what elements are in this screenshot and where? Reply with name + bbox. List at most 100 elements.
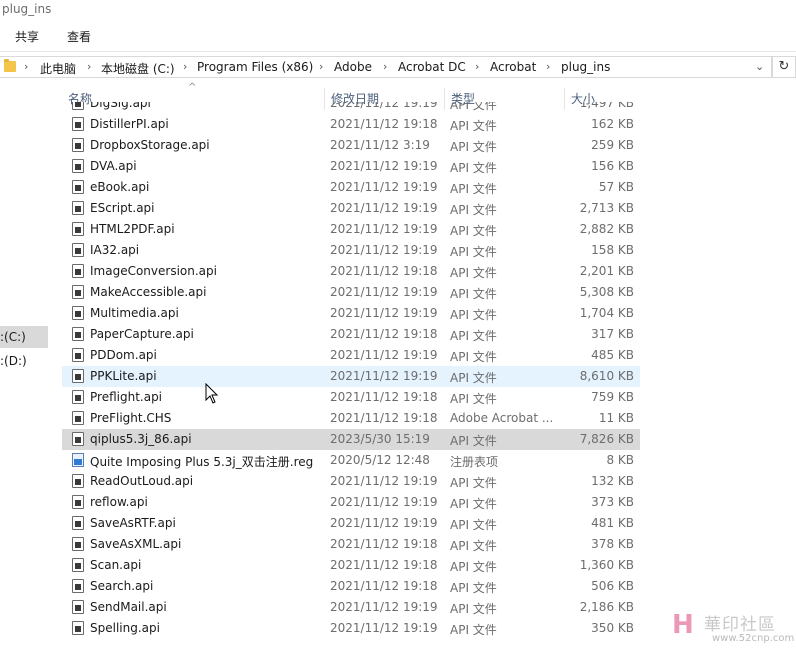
file-row[interactable]: Multimedia.api 2021/11/12 19:19 API 文件 1,70… — [62, 303, 640, 324]
address-bar[interactable]: › 此电脑 › 本地磁盘 (C:) › Program Files (x86) … — [0, 56, 772, 78]
refresh-button[interactable]: ↻ — [772, 56, 796, 78]
file-row[interactable]: ImageConversion.api 2021/11/12 19:18 API 文… — [62, 261, 640, 282]
breadcrumb-separator-icon[interactable]: › — [87, 60, 91, 73]
file-type: API 文件 — [450, 266, 497, 280]
file-row[interactable]: eBook.api 2021/11/12 19:19 API 文件 57 KB — [62, 177, 640, 198]
file-row[interactable]: DistillerPI.api 2021/11/12 19:18 API 文件 162… — [62, 114, 640, 135]
file-modified-date: 2021/11/12 19:18 — [330, 558, 438, 572]
chevron-down-icon[interactable]: ⌄ — [755, 60, 764, 73]
api-file-icon — [72, 495, 84, 509]
tab-share[interactable]: 共享 — [15, 28, 39, 45]
file-name: DistillerPI.api — [90, 117, 169, 131]
api-file-icon — [72, 558, 84, 572]
file-name: IA32.api — [90, 243, 140, 257]
file-modified-date: 2021/11/12 19:18 — [330, 327, 438, 341]
api-file-icon — [72, 474, 84, 488]
file-type: API 文件 — [450, 119, 497, 133]
api-file-icon — [72, 138, 84, 152]
file-row[interactable]: SendMail.api 2021/11/12 19:19 API 文件 2,186 … — [62, 597, 640, 618]
breadcrumb-separator-icon[interactable]: › — [383, 60, 387, 73]
file-size: 11 KB — [598, 411, 634, 425]
file-row[interactable]: DropboxStorage.api 2021/11/12 3:19 API 文件 2… — [62, 135, 640, 156]
breadcrumb-adobe[interactable]: Adobe — [334, 60, 372, 74]
breadcrumb-plug-ins[interactable]: plug_ins — [561, 60, 610, 74]
breadcrumb-local-disk-c[interactable]: 本地磁盘 (C:) — [101, 60, 175, 77]
breadcrumb-separator-icon[interactable]: › — [319, 60, 323, 73]
breadcrumb-acrobat[interactable]: Acrobat — [490, 60, 536, 74]
folder-icon — [4, 59, 16, 72]
api-file-icon — [72, 102, 84, 110]
nav-item-drive-c[interactable]: :(C:) — [0, 326, 48, 348]
file-modified-date: 2021/11/12 19:18 — [330, 411, 438, 425]
file-row[interactable]: SaveAsRTF.api 2021/11/12 19:19 API 文件 481 K… — [62, 513, 640, 534]
file-row[interactable]: HTML2PDF.api 2021/11/12 19:19 API 文件 2,882 … — [62, 219, 640, 240]
file-modified-date: 2021/11/12 19:19 — [330, 180, 438, 194]
file-row[interactable]: SaveAsXML.api 2021/11/12 19:18 API 文件 378 K… — [62, 534, 640, 555]
file-modified-date: 2021/11/12 19:19 — [330, 306, 438, 320]
file-row[interactable]: DigSig.api 2021/11/12 19:19 API 文件 1,497 KB — [62, 102, 640, 114]
mouse-cursor-icon — [205, 383, 219, 404]
file-row[interactable]: PPKLite.api 2021/11/12 19:19 API 文件 8,610 K… — [62, 366, 640, 387]
file-row[interactable]: PreFlight.CHS 2021/11/12 19:18 Adobe Acrob… — [62, 408, 640, 429]
api-file-icon — [72, 201, 84, 215]
file-size: 2,201 KB — [579, 264, 634, 278]
file-type: API 文件 — [450, 245, 497, 259]
file-row[interactable]: PaperCapture.api 2021/11/12 19:18 API 文件 31… — [62, 324, 640, 345]
file-name: DVA.api — [90, 159, 137, 173]
file-row[interactable]: Spelling.api 2021/11/12 19:19 API 文件 350 KB — [62, 618, 640, 639]
breadcrumb-this-pc[interactable]: 此电脑 — [40, 60, 76, 77]
file-name: Scan.api — [90, 558, 142, 572]
file-modified-date: 2021/11/12 19:18 — [330, 579, 438, 593]
api-file-icon — [72, 327, 84, 341]
breadcrumb-program-files-x86[interactable]: Program Files (x86) — [197, 60, 313, 74]
file-modified-date: 2020/5/12 12:48 — [330, 453, 430, 467]
tab-view[interactable]: 查看 — [67, 28, 91, 45]
file-type: 注册表项 — [450, 455, 499, 469]
file-size: 156 KB — [591, 159, 634, 173]
file-list: DigSig.api 2021/11/12 19:19 API 文件 1,497 KB… — [62, 102, 642, 649]
file-row[interactable]: Quite Imposing Plus 5.3j_双击注册.reg 2020/5/… — [62, 450, 640, 471]
file-name: Spelling.api — [90, 621, 160, 635]
breadcrumb-separator-icon[interactable]: › — [546, 60, 550, 73]
api-file-icon — [72, 348, 84, 362]
breadcrumb-separator-icon[interactable]: › — [183, 60, 187, 73]
breadcrumb-separator-icon[interactable]: › — [475, 60, 479, 73]
file-modified-date: 2023/5/30 15:19 — [330, 432, 430, 446]
api-file-icon — [72, 621, 84, 635]
file-modified-date: 2021/11/12 3:19 — [330, 138, 430, 152]
api-file-icon — [72, 432, 84, 446]
file-modified-date: 2021/11/12 19:19 — [330, 369, 438, 383]
breadcrumb-acrobat-dc[interactable]: Acrobat DC — [398, 60, 466, 74]
file-row[interactable]: Search.api 2021/11/12 19:18 API 文件 506 KB — [62, 576, 640, 597]
file-modified-date: 2021/11/12 19:19 — [330, 243, 438, 257]
file-name: qiplus5.3j_86.api — [90, 432, 192, 446]
breadcrumb-separator-icon[interactable]: › — [24, 60, 28, 73]
file-row[interactable]: Scan.api 2021/11/12 19:18 API 文件 1,360 KB — [62, 555, 640, 576]
file-type: API 文件 — [450, 518, 497, 532]
file-size: 506 KB — [591, 579, 634, 593]
file-row[interactable]: EScript.api 2021/11/12 19:19 API 文件 2,713 K… — [62, 198, 640, 219]
file-size: 158 KB — [591, 243, 634, 257]
file-type: Adobe Acrobat ... — [450, 411, 554, 425]
file-size: 8 KB — [606, 453, 634, 467]
file-row[interactable]: reflow.api 2021/11/12 19:19 API 文件 373 KB — [62, 492, 640, 513]
file-row[interactable]: Preflight.api 2021/11/12 19:18 API 文件 759 K… — [62, 387, 640, 408]
file-row[interactable]: DVA.api 2021/11/12 19:19 API 文件 156 KB — [62, 156, 640, 177]
file-size: 317 KB — [591, 327, 634, 341]
file-modified-date: 2021/11/12 19:19 — [330, 159, 438, 173]
file-modified-date: 2021/11/12 19:18 — [330, 537, 438, 551]
registry-file-icon — [72, 453, 84, 467]
file-size: 1,497 KB — [579, 102, 634, 110]
navigation-pane: :(C:) :(D:) — [0, 80, 50, 649]
nav-item-drive-d[interactable]: :(D:) — [0, 350, 48, 372]
file-row[interactable]: qiplus5.3j_86.api 2023/5/30 15:19 API 文件 7,… — [62, 429, 640, 450]
api-file-icon — [72, 117, 84, 131]
file-modified-date: 2021/11/12 19:19 — [330, 516, 438, 530]
file-modified-date: 2021/11/12 19:19 — [330, 222, 438, 236]
file-row[interactable]: IA32.api 2021/11/12 19:19 API 文件 158 KB — [62, 240, 640, 261]
file-row[interactable]: PDDom.api 2021/11/12 19:19 API 文件 485 KB — [62, 345, 640, 366]
file-row[interactable]: ReadOutLoud.api 2021/11/12 19:19 API 文件 132… — [62, 471, 640, 492]
api-file-icon — [72, 579, 84, 593]
file-row[interactable]: MakeAccessible.api 2021/11/12 19:19 API 文件… — [62, 282, 640, 303]
file-name: SendMail.api — [90, 600, 167, 614]
